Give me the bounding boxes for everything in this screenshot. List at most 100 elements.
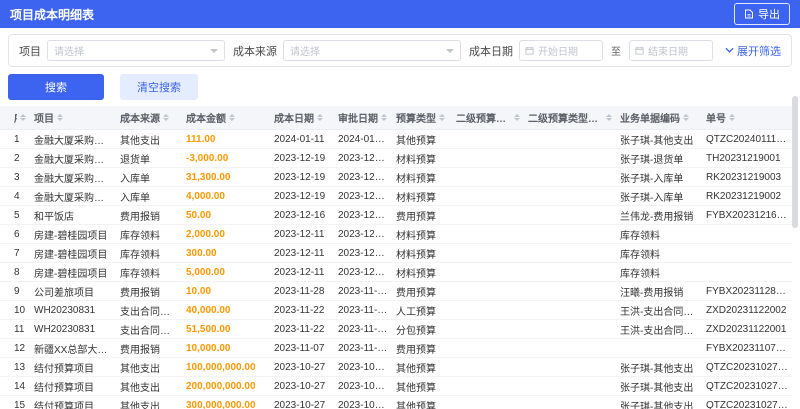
sort-icon[interactable] xyxy=(57,114,63,121)
cell xyxy=(524,376,616,396)
cell: 库存领料 xyxy=(116,243,182,263)
sort-icon[interactable] xyxy=(317,114,323,121)
search-button[interactable]: 搜索 xyxy=(8,74,104,100)
sort-icon[interactable] xyxy=(439,114,445,121)
cell: 2023-10-27 xyxy=(270,357,334,377)
cell: 金融大厦采购项目 xyxy=(30,167,116,187)
calendar-icon xyxy=(525,46,534,55)
cell: 2023-11-07 xyxy=(270,338,334,358)
cell: 张子琪-退货单 xyxy=(616,148,702,168)
sort-icon[interactable] xyxy=(20,114,26,121)
source-filter-group: 成本来源 请选择 xyxy=(233,40,461,61)
cell: QTZC20231027004 xyxy=(702,395,792,409)
column-header-2[interactable]: 成本来源 xyxy=(116,106,182,130)
project-select-placeholder: 请选择 xyxy=(54,47,84,58)
cell: 结付预算项目 xyxy=(30,376,116,396)
cell: 100,000,000.00 xyxy=(182,357,270,377)
cell xyxy=(452,186,524,206)
cell: 金融大厦采购项目 xyxy=(30,148,116,168)
expand-filter-link[interactable]: 展开筛选 xyxy=(725,43,781,59)
cell: 结付预算项目 xyxy=(30,395,116,409)
date-end-input[interactable]: 结束日期 xyxy=(629,40,713,61)
cell: 3 xyxy=(0,167,30,187)
cell: 14 xyxy=(0,376,30,396)
date-filter-group: 成本日期 开始日期 至 结束日期 xyxy=(469,40,713,61)
cell: 房建-碧桂园项目 xyxy=(30,262,116,282)
cell: 2023-11-07 xyxy=(334,338,392,358)
cell xyxy=(524,205,616,225)
cell: QTZC20231027002 xyxy=(702,357,792,377)
sort-icon[interactable] xyxy=(229,114,235,121)
cell: 11 xyxy=(0,319,30,339)
sort-icon[interactable] xyxy=(163,114,169,121)
cell: 40,000.00 xyxy=(182,300,270,320)
clear-search-button[interactable]: 清空搜索 xyxy=(120,74,198,100)
sort-icon[interactable] xyxy=(729,114,735,121)
cell: 2023-11-22 xyxy=(334,300,392,320)
column-header-7[interactable]: 二级预算类型 xyxy=(452,106,524,130)
date-start-input[interactable]: 开始日期 xyxy=(519,40,603,61)
column-header-4[interactable]: 成本日期 xyxy=(270,106,334,130)
project-select[interactable]: 请选择 xyxy=(47,40,225,61)
cell: 库存领料 xyxy=(616,262,702,282)
column-header-8[interactable]: 二级预算类型编码 xyxy=(524,106,616,130)
cell: 材料预算 xyxy=(392,262,452,282)
cell: 房建-碧桂园项目 xyxy=(30,243,116,263)
cell: 材料预算 xyxy=(392,148,452,168)
cell xyxy=(452,357,524,377)
cell: 12 xyxy=(0,338,30,358)
table-row: 13 结付预算项目 其他支出 100,000,000.00 2023-10-27 2023… xyxy=(0,357,792,377)
cell: FYBX20231107001 xyxy=(702,338,792,358)
cell: 10 xyxy=(0,300,30,320)
cell: 其他预算 xyxy=(392,376,452,396)
cell xyxy=(452,262,524,282)
cell: 张子琪-其他支出 xyxy=(616,357,702,377)
table-header-row: 序号 项目 成本来源 成本金额 成本日期 审批日期 预算类型 二级预算类型 二级预算类型编码 业务… xyxy=(0,106,792,130)
column-header-3[interactable]: 成本金额 xyxy=(182,106,270,130)
cell: 王洪-支出合同执行 xyxy=(616,319,702,339)
cell: 2023-10-27 xyxy=(270,376,334,396)
sort-icon[interactable] xyxy=(381,114,387,121)
cell: 其他预算 xyxy=(392,129,452,149)
table-row: 1 金融大厦采购项目 其他支出 111.00 2024-01-11 2024-01-11 其… xyxy=(0,129,792,149)
chevron-down-icon xyxy=(210,48,218,53)
cell xyxy=(524,357,616,377)
column-header-5[interactable]: 审批日期 xyxy=(334,106,392,130)
cell xyxy=(524,319,616,339)
cell xyxy=(524,281,616,301)
chevron-down-icon xyxy=(446,48,454,53)
table-row: 5 和平饭店 费用报销 50.00 2023-12-16 2023-12-16 费用预算 兰伟… xyxy=(0,205,792,225)
cell xyxy=(702,262,792,282)
cell xyxy=(524,243,616,263)
cell: 库存领料 xyxy=(116,224,182,244)
cell: 8 xyxy=(0,262,30,282)
cell: WH20230831 xyxy=(30,300,116,320)
cell xyxy=(524,262,616,282)
cell: ZXD20231122002 xyxy=(702,300,792,320)
vertical-scrollbar[interactable] xyxy=(792,96,798,228)
calendar-icon xyxy=(635,46,644,55)
cell xyxy=(524,148,616,168)
table-row: 15 结付预算项目 其他支出 300,000,000.00 2023-10-27 2023… xyxy=(0,395,792,409)
cell: 51,500.00 xyxy=(182,319,270,339)
cell xyxy=(616,338,702,358)
column-header-9[interactable]: 业务单据编码 xyxy=(616,106,702,130)
cell: 2023-10-27 xyxy=(334,357,392,377)
source-select[interactable]: 请选择 xyxy=(283,40,461,61)
cell xyxy=(524,224,616,244)
export-button[interactable]: 导出 xyxy=(734,3,790,25)
cell: 2023-12-11 xyxy=(334,262,392,282)
cell: 10,000.00 xyxy=(182,338,270,358)
sort-icon[interactable] xyxy=(606,114,612,121)
column-header-0[interactable]: 序号 xyxy=(0,106,30,130)
cell: 费用预算 xyxy=(392,338,452,358)
table-row: 14 结付预算项目 其他支出 200,000,000.00 2023-10-27 2023… xyxy=(0,376,792,396)
sort-icon[interactable] xyxy=(514,114,520,121)
column-header-1[interactable]: 项目 xyxy=(30,106,116,130)
column-header-10[interactable]: 单号 xyxy=(702,106,792,130)
table-row: 12新疆XX总部大厦工程二期费用报销10,000.002023-11-07202… xyxy=(0,338,792,358)
column-header-label: 成本金额 xyxy=(186,114,226,125)
cell: 费用报销 xyxy=(116,338,182,358)
sort-icon[interactable] xyxy=(683,114,689,121)
column-header-6[interactable]: 预算类型 xyxy=(392,106,452,130)
